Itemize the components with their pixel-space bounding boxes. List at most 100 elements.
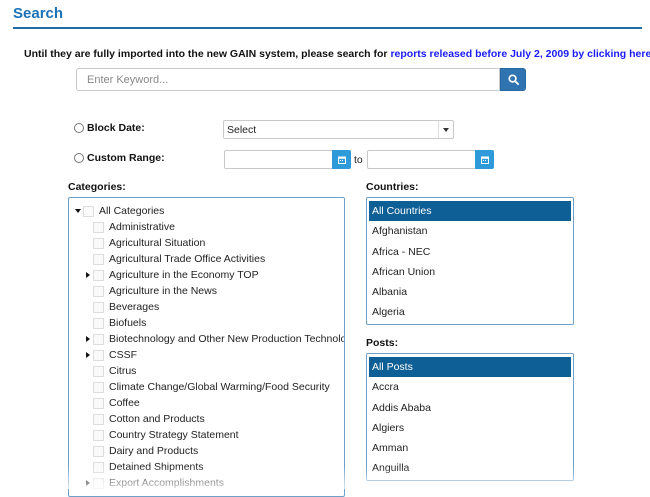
tree-item-all-categories[interactable]: All Categories xyxy=(73,203,164,219)
tree-item[interactable]: CSSF xyxy=(83,347,137,363)
list-item-all-posts[interactable]: All Posts xyxy=(369,357,571,378)
category-checkbox[interactable] xyxy=(93,477,104,489)
category-checkbox[interactable] xyxy=(83,205,94,217)
category-checkbox[interactable] xyxy=(93,413,104,425)
tree-item[interactable]: Agriculture in the News xyxy=(83,283,217,299)
category-checkbox[interactable] xyxy=(93,381,104,393)
tree-item[interactable]: Beverages xyxy=(83,299,159,315)
category-checkbox[interactable] xyxy=(93,269,104,281)
search-button[interactable] xyxy=(500,68,526,91)
category-checkbox[interactable] xyxy=(93,445,104,457)
category-checkbox[interactable] xyxy=(93,301,104,313)
end-date-input[interactable] xyxy=(367,150,476,169)
tree-item[interactable]: Biofuels xyxy=(83,315,146,331)
dropdown-caret-icon xyxy=(438,121,453,138)
countries-list[interactable]: All Countries Afghanistan Africa - NEC A… xyxy=(366,197,574,325)
calendar-icon xyxy=(337,156,346,164)
tree-item[interactable]: Biotechnology and Other New Production T… xyxy=(83,331,345,347)
tree-item-label: Coffee xyxy=(109,397,140,409)
category-checkbox[interactable] xyxy=(93,317,104,329)
categories-label: Categories: xyxy=(68,181,126,193)
list-item-all-countries[interactable]: All Countries xyxy=(369,201,571,222)
category-checkbox[interactable] xyxy=(93,429,104,441)
list-item[interactable]: Albania xyxy=(369,282,571,302)
category-checkbox[interactable] xyxy=(93,349,104,361)
tree-item-label: Beverages xyxy=(109,301,160,313)
block-date-radio[interactable] xyxy=(74,123,84,133)
tree-item-label: Biofuels xyxy=(109,317,147,329)
collapse-toggle-icon[interactable] xyxy=(83,334,93,344)
category-checkbox[interactable] xyxy=(93,365,104,377)
collapse-toggle-icon[interactable] xyxy=(83,350,93,360)
start-date-input[interactable] xyxy=(224,150,333,169)
search-icon xyxy=(507,74,519,85)
posts-list[interactable]: All Posts Accra Addis Ababa Algiers Amma… xyxy=(366,353,574,481)
tree-item-label: Export Accomplishments xyxy=(109,477,224,489)
tree-item[interactable]: Agricultural Situation xyxy=(83,235,205,251)
tree-item-label: Country Strategy Statement xyxy=(109,429,239,441)
tree-item[interactable]: Country Strategy Statement xyxy=(83,427,239,443)
categories-tree[interactable]: All Categories Administrative Agricultur… xyxy=(68,197,345,497)
tree-item[interactable]: Citrus xyxy=(83,363,136,379)
list-item[interactable]: Amman xyxy=(369,438,571,458)
block-date-select-value: Select xyxy=(227,124,257,136)
list-item[interactable]: Anguilla xyxy=(369,458,571,478)
range-to-label: to xyxy=(354,154,363,166)
tree-item[interactable]: Cotton and Products xyxy=(83,411,205,427)
list-item[interactable]: African Union xyxy=(369,262,571,282)
tree-item-label: Administrative xyxy=(109,221,175,233)
list-item[interactable]: Accra xyxy=(369,377,571,397)
posts-label: Posts: xyxy=(366,337,399,349)
legacy-reports-link[interactable]: reports released before July 2, 2009 by … xyxy=(390,48,650,60)
category-checkbox[interactable] xyxy=(93,253,104,265)
tree-item-label: Agriculture in the News xyxy=(109,285,217,297)
list-item[interactable]: Addis Ababa xyxy=(369,398,571,418)
start-date-calendar-button[interactable] xyxy=(332,150,351,169)
title-divider xyxy=(13,27,642,29)
tree-item-label: Dairy and Products xyxy=(109,445,199,457)
category-checkbox[interactable] xyxy=(93,285,104,297)
tree-item-label: Climate Change/Global Warming/Food Secur… xyxy=(109,381,330,393)
tree-item[interactable]: Coffee xyxy=(83,395,140,411)
list-item[interactable]: Africa - NEC xyxy=(369,242,571,262)
notice-text: Until they are fully imported into the n… xyxy=(24,48,388,60)
category-checkbox[interactable] xyxy=(93,221,104,233)
collapse-toggle-icon[interactable] xyxy=(83,478,93,488)
tree-item[interactable]: Dairy and Products xyxy=(83,443,198,459)
list-item[interactable]: Afghanistan xyxy=(369,221,571,241)
tree-item-label: Agricultural Situation xyxy=(109,237,206,249)
collapse-toggle-icon[interactable] xyxy=(83,270,93,280)
page-title: Search xyxy=(13,5,64,22)
tree-item[interactable]: Administrative xyxy=(83,219,175,235)
tree-item[interactable]: Agriculture in the Economy TOP xyxy=(83,267,259,283)
tree-item-label: Agriculture in the Economy TOP xyxy=(109,269,259,281)
block-date-option[interactable]: Block Date: xyxy=(74,122,145,134)
custom-range-radio[interactable] xyxy=(74,153,84,163)
tree-item-label: Detained Shipments xyxy=(109,461,204,473)
block-date-select[interactable]: Select xyxy=(223,120,454,139)
expand-toggle-icon[interactable] xyxy=(73,206,83,216)
category-checkbox[interactable] xyxy=(93,333,104,345)
category-checkbox[interactable] xyxy=(93,397,104,409)
keyword-search-input[interactable] xyxy=(76,68,500,91)
countries-label: Countries: xyxy=(366,181,419,193)
tree-item-label: Citrus xyxy=(109,365,137,377)
category-checkbox[interactable] xyxy=(93,237,104,249)
tree-item-label: All Categories xyxy=(99,205,165,217)
tree-item-label: Cotton and Products xyxy=(109,413,205,425)
list-item[interactable]: Algeria xyxy=(369,302,571,322)
custom-range-option[interactable]: Custom Range: xyxy=(74,152,165,164)
block-date-label: Block Date: xyxy=(87,122,145,134)
end-date-calendar-button[interactable] xyxy=(475,150,494,169)
tree-item-label: Biotechnology and Other New Production T… xyxy=(109,333,345,345)
legacy-search-notice: Until they are fully imported into the n… xyxy=(24,48,650,60)
tree-item[interactable]: Agricultural Trade Office Activities xyxy=(83,251,265,267)
tree-item-label: Agricultural Trade Office Activities xyxy=(109,253,266,265)
tree-item-label: CSSF xyxy=(109,349,138,361)
tree-item[interactable]: Climate Change/Global Warming/Food Secur… xyxy=(83,379,330,395)
category-checkbox[interactable] xyxy=(93,461,104,473)
list-item[interactable]: Algiers xyxy=(369,418,571,438)
calendar-icon xyxy=(480,156,489,164)
custom-range-label: Custom Range: xyxy=(87,152,165,164)
tree-item[interactable]: Detained Shipments xyxy=(83,459,204,475)
